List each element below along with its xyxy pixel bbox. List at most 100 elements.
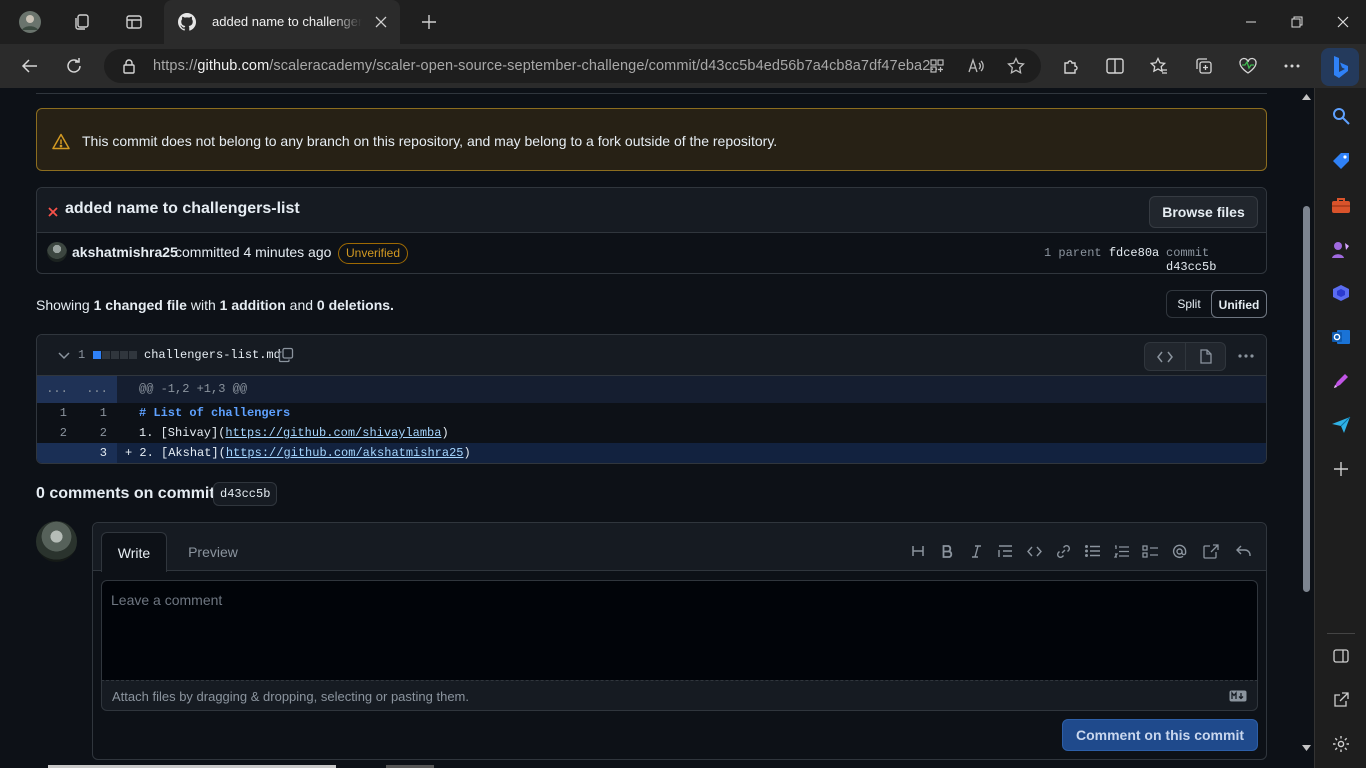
bing-copilot-icon[interactable]: [1321, 48, 1359, 86]
failed-status-icon[interactable]: [47, 206, 59, 218]
old-line-number[interactable]: 1: [37, 403, 77, 423]
file-view-buttons: [1144, 342, 1226, 371]
undo-reply-icon[interactable]: [1233, 541, 1253, 561]
extensions-icon[interactable]: [1055, 52, 1087, 80]
restore-window-icon[interactable]: [1274, 6, 1320, 38]
code-icon[interactable]: [1024, 541, 1044, 561]
file-name-link[interactable]: challengers-list.md: [144, 348, 281, 362]
settings-more-icon[interactable]: [1276, 52, 1308, 80]
refresh-icon[interactable]: [58, 52, 90, 80]
browser-essentials-icon[interactable]: [1232, 52, 1264, 80]
tab-actions-icon[interactable]: [119, 8, 149, 36]
add-sidebar-app-icon[interactable]: [1329, 457, 1353, 481]
github-favicon-icon: [178, 13, 196, 31]
horizontal-scroll-indicator: [0, 764, 1299, 768]
new-line-number[interactable]: 2: [77, 423, 117, 443]
split-view-button[interactable]: Split: [1167, 291, 1211, 317]
hunk-header-row: ... ... @@ -1,2 +1,3 @@: [37, 376, 1266, 403]
rich-diff-file-icon[interactable]: [1186, 343, 1226, 370]
unified-view-button[interactable]: Unified: [1211, 290, 1267, 318]
diffstat: [93, 351, 137, 359]
active-browser-tab[interactable]: added name to challengers-list: [164, 0, 400, 44]
close-window-icon[interactable]: [1320, 6, 1366, 38]
back-icon[interactable]: [14, 52, 46, 80]
commit-sha[interactable]: d43cc5b: [1166, 260, 1216, 274]
address-bar[interactable]: https://github.com/scaleracademy/scaler-…: [104, 49, 1041, 83]
diff-summary: Showing 1 changed file with 1 addition a…: [36, 297, 394, 313]
profile-avatar-icon[interactable]: [15, 8, 45, 36]
divider: [36, 93, 1267, 94]
scrollbar-thumb[interactable]: [1303, 206, 1310, 592]
open-external-icon[interactable]: [1329, 688, 1353, 712]
new-line-number[interactable]: 1: [77, 403, 117, 423]
italic-icon[interactable]: [966, 541, 986, 561]
comment-submit-button[interactable]: Comment on this commit: [1062, 719, 1258, 751]
copilot-icon[interactable]: [1329, 281, 1353, 305]
ordered-list-icon[interactable]: [1111, 541, 1131, 561]
old-line-number[interactable]: 2: [37, 423, 77, 443]
outlook-icon[interactable]: [1329, 325, 1353, 349]
old-line-number[interactable]: [37, 443, 77, 463]
scroll-down-arrow-icon[interactable]: [1302, 745, 1311, 751]
games-icon[interactable]: [1329, 237, 1353, 261]
tab-title: added name to challengers-list: [212, 14, 362, 29]
task-list-icon[interactable]: [1140, 541, 1160, 561]
diff-view-toggle: Split Unified: [1166, 290, 1267, 318]
comment-textarea[interactable]: Leave a comment: [101, 580, 1258, 680]
kebab-horizontal-icon[interactable]: [1232, 343, 1260, 369]
hide-sidebar-icon[interactable]: [1329, 644, 1353, 668]
chevron-down-icon[interactable]: [56, 348, 72, 364]
code-view-icon[interactable]: [1145, 343, 1186, 370]
tools-briefcase-icon[interactable]: [1329, 193, 1353, 217]
browser-tab-strip: added name to challengers-list: [0, 0, 1366, 44]
scroll-up-arrow-icon[interactable]: [1302, 94, 1311, 100]
markdown-icon[interactable]: [1229, 689, 1247, 703]
expand-up-button[interactable]: ...: [37, 376, 77, 403]
avatar[interactable]: [36, 521, 77, 562]
app-available-icon[interactable]: [926, 56, 948, 76]
tab-write[interactable]: Write: [101, 532, 167, 572]
shopping-tag-icon[interactable]: [1329, 149, 1353, 173]
collections-icon[interactable]: [1188, 52, 1220, 80]
browser-toolbar: https://github.com/scaleracademy/scaler-…: [0, 44, 1366, 88]
attach-files-area[interactable]: Attach files by dragging & dropping, sel…: [101, 680, 1258, 711]
mention-icon[interactable]: [1169, 541, 1189, 561]
new-line-number[interactable]: 3: [77, 443, 117, 463]
author-avatar[interactable]: [47, 242, 67, 262]
url-text[interactable]: https://github.com/scaleracademy/scaler-…: [153, 58, 943, 74]
copy-icon[interactable]: [277, 346, 295, 364]
lock-icon[interactable]: [120, 57, 138, 75]
author-link[interactable]: akshatmishra25: [72, 244, 178, 260]
send-plane-icon[interactable]: [1329, 413, 1353, 437]
expand-down-button[interactable]: ...: [77, 376, 117, 403]
split-screen-icon[interactable]: [1099, 52, 1131, 80]
commit-box: added name to challengers-list Browse fi…: [36, 187, 1267, 274]
close-tab-icon[interactable]: [372, 13, 390, 31]
unordered-list-icon[interactable]: [1082, 541, 1102, 561]
parent-sha-link[interactable]: fdce80a: [1109, 246, 1159, 260]
new-tab-icon[interactable]: [414, 8, 444, 36]
heading-icon[interactable]: [908, 541, 928, 561]
workspaces-icon[interactable]: [67, 8, 97, 36]
quote-icon[interactable]: [995, 541, 1015, 561]
tab-preview[interactable]: Preview: [175, 532, 251, 572]
favorite-star-icon[interactable]: [1005, 56, 1027, 76]
sidebar-settings-gear-icon[interactable]: [1329, 732, 1353, 756]
read-aloud-icon[interactable]: [965, 56, 987, 76]
browse-files-button[interactable]: Browse files: [1149, 196, 1258, 228]
designer-icon[interactable]: [1329, 369, 1353, 393]
file-header: 1 challengers-list.md: [37, 335, 1266, 376]
bold-icon[interactable]: [937, 541, 957, 561]
cross-reference-icon[interactable]: [1201, 541, 1221, 561]
page-scrollbar[interactable]: [1299, 88, 1314, 768]
flash-warning-text: This commit does not belong to any branc…: [82, 133, 778, 149]
diff-line-added: 3 + 2. [Akshat](https://github.com/aksha…: [37, 443, 1266, 463]
commit-message: added name to challengers-list: [65, 200, 300, 217]
unverified-badge[interactable]: Unverified: [338, 243, 409, 264]
diff-code: + 2. [Akshat](https://github.com/akshatm…: [125, 446, 471, 460]
diff-code: # List of challengers: [139, 406, 291, 420]
link-icon[interactable]: [1053, 541, 1073, 561]
minimize-window-icon[interactable]: [1228, 6, 1274, 38]
favorites-icon[interactable]: [1143, 52, 1175, 80]
search-icon[interactable]: [1329, 104, 1353, 128]
